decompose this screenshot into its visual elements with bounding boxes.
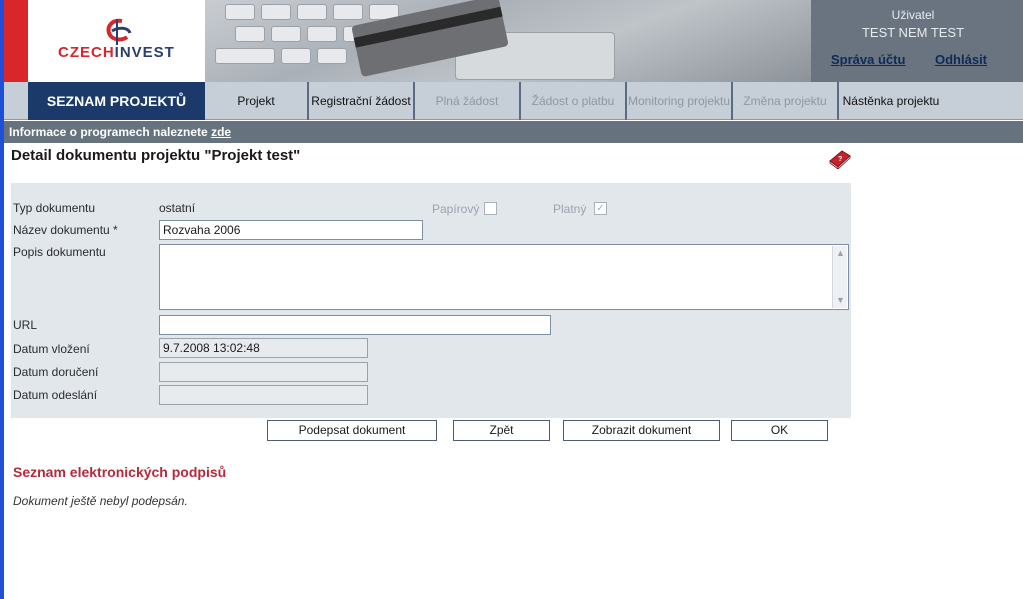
photo-key <box>317 48 347 64</box>
logo: CZECHINVEST <box>4 0 205 82</box>
document-form: Typ dokumentu ostatní Papírový Platný ✓ … <box>11 183 851 418</box>
info-bar: Informace o programech naleznete zde <box>4 121 1023 143</box>
tab-zmena-projektu[interactable]: Změna projektu <box>733 82 839 120</box>
paper-checkbox[interactable] <box>484 202 497 215</box>
photo-key <box>297 4 327 20</box>
photo-key <box>333 4 363 20</box>
paper-label: Papírový <box>432 202 480 216</box>
header: CZECHINVEST Uživatel TEST NEM TEST Správ… <box>4 0 1023 82</box>
signatures-empty-note: Dokument ještě nebyl podepsán. <box>13 494 188 508</box>
show-document-button[interactable]: Zobrazit dokument <box>563 420 720 441</box>
date-inserted-label: Datum vložení <box>13 342 90 356</box>
url-label: URL <box>13 318 38 332</box>
photo-key <box>261 4 291 20</box>
scroll-down-icon[interactable]: ▼ <box>835 295 846 306</box>
nav-project-list[interactable]: SEZNAM PROJEKTŮ <box>28 82 205 120</box>
user-panel: Uživatel TEST NEM TEST Správa účtu Odhlá… <box>811 0 1023 82</box>
photo-key <box>271 26 301 42</box>
account-settings-link[interactable]: Správa účtu <box>831 52 905 67</box>
photo-key <box>225 4 255 20</box>
doc-name-label: Název dokumentu * <box>13 223 118 237</box>
logo-text-suffix: INVEST <box>114 44 175 61</box>
svg-text:?: ? <box>838 156 842 163</box>
scroll-up-icon[interactable]: ▲ <box>835 248 846 259</box>
photo-key <box>235 26 265 42</box>
date-sent-field <box>159 385 368 405</box>
doc-type-label: Typ dokumentu <box>13 201 96 215</box>
date-inserted-field <box>159 338 368 358</box>
valid-label: Platný <box>553 202 587 216</box>
tab-plna-zadost[interactable]: Plná žádost <box>415 82 521 120</box>
tab-nastenka-projektu[interactable]: Nástěnka projektu <box>839 82 943 120</box>
date-delivered-field <box>159 362 368 382</box>
user-label: Uživatel <box>891 8 935 22</box>
doc-description-textarea[interactable]: ▲ ▼ <box>159 244 849 310</box>
back-button[interactable]: Zpět <box>453 420 550 441</box>
url-input[interactable] <box>159 315 551 335</box>
ok-button[interactable]: OK <box>731 420 828 441</box>
photo-key <box>307 26 337 42</box>
tab-monitoring-projektu[interactable]: Monitoring projektu <box>627 82 733 120</box>
main-nav: SEZNAM PROJEKTŮ Projekt Registrační žádo… <box>4 82 1023 120</box>
logo-text-prefix: CZECH <box>58 44 115 61</box>
doc-name-input[interactable] <box>159 220 423 240</box>
user-name: TEST NEM TEST <box>861 25 965 40</box>
doc-type-value: ostatní <box>159 201 196 215</box>
tab-zadost-o-platbu[interactable]: Žádost o platbu <box>521 82 627 120</box>
doc-description-label: Popis dokumentu <box>13 245 106 259</box>
photo-key <box>215 48 275 64</box>
tab-projekt[interactable]: Projekt <box>205 82 309 120</box>
description-scrollbar[interactable]: ▲ ▼ <box>832 246 847 308</box>
photo-key <box>281 48 311 64</box>
info-bar-link[interactable]: zde <box>211 125 231 139</box>
czechinvest-logo-icon <box>106 18 132 45</box>
header-photo <box>205 0 811 82</box>
date-sent-label: Datum odeslání <box>13 388 98 402</box>
logo-red-bar <box>4 0 28 82</box>
valid-checkbox[interactable]: ✓ <box>594 202 607 215</box>
page-title: Detail dokumentu projektu "Projekt test" <box>11 147 301 164</box>
logo-text: CZECHINVEST <box>58 44 175 61</box>
tab-registracni-zadost[interactable]: Registrační žádost <box>309 82 415 120</box>
date-delivered-label: Datum doručení <box>13 365 99 379</box>
logout-link[interactable]: Odhlásit <box>935 52 987 67</box>
info-bar-text: Informace o programech naleznete <box>9 125 212 139</box>
sign-document-button[interactable]: Podepsat dokument <box>267 420 437 441</box>
help-book-icon[interactable]: ? <box>828 147 852 169</box>
signatures-title: Seznam elektronických podpisů <box>13 464 227 480</box>
